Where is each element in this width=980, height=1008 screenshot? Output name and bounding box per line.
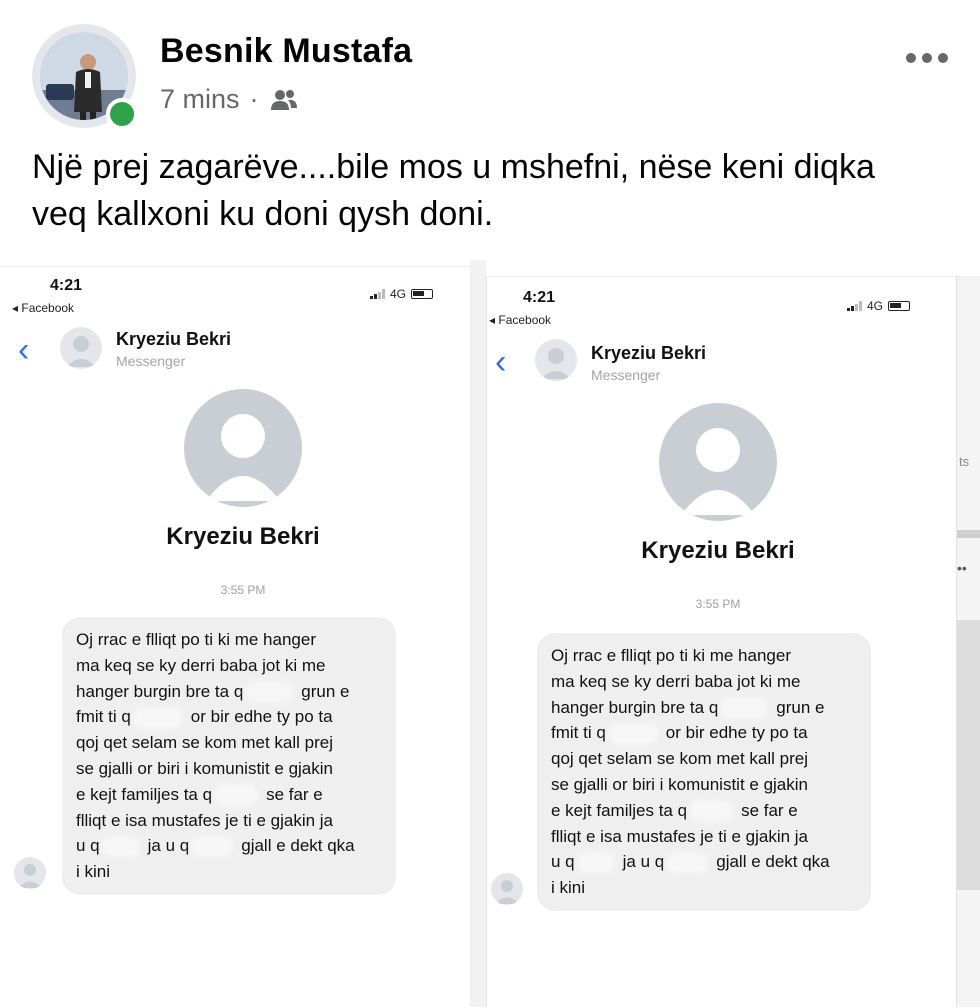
message-line: fmit ti q or bir edhe ty po ta (76, 707, 333, 727)
contact-name: Kryeziu Bekri (591, 343, 707, 363)
online-status-dot (106, 98, 138, 130)
edge-text-fragment: •• (957, 560, 967, 576)
image-divider (470, 260, 486, 1007)
message-line: e kejt familjes ta q se far e (551, 800, 798, 820)
message-line: se gjalli or biri i komunistit e gjakin (76, 758, 333, 778)
third-screenshot-edge: ts •• (956, 276, 980, 1007)
redaction-blur (580, 855, 611, 870)
phone-clock: 4:21 (523, 289, 556, 306)
author-name[interactable]: Besnik Mustafa (160, 32, 412, 71)
sender-avatar-icon (491, 873, 523, 905)
message-line: se gjalli or biri i komunistit e gjakin (551, 774, 808, 794)
message-line: fmit ti q or bir edhe ty po ta (551, 723, 808, 743)
edge-divider (957, 530, 980, 538)
redaction-blur (249, 685, 290, 700)
post-header: Besnik Mustafa 7 mins · (0, 0, 980, 140)
message-line: i kini (76, 862, 111, 882)
redaction-blur (724, 701, 765, 716)
battery-icon (888, 301, 911, 311)
message-timestamp: 3:55 PM (220, 583, 266, 597)
more-options-icon[interactable] (906, 46, 954, 70)
message-bubble: Oj rrac e flliqt po ti ki me hanger ma k… (62, 617, 396, 895)
redaction-blur (136, 710, 179, 725)
message-line: flliqt e isa mustafes je ti e gjakin ja (551, 826, 809, 846)
profile-name: Kryeziu Bekri (166, 523, 320, 550)
signal-icon (370, 289, 385, 299)
sender-avatar-icon (14, 857, 46, 889)
battery-icon (411, 289, 434, 299)
message-line: flliqt e isa mustafes je ti e gjakin ja (76, 810, 334, 830)
back-to-app-link: ◂ Facebook (489, 313, 552, 327)
phone-clock: 4:21 (50, 277, 83, 294)
friends-icon[interactable] (269, 88, 299, 112)
meta-separator: · (249, 84, 259, 114)
message-line: Oj rrac e flliqt po ti ki me hanger (76, 630, 316, 649)
back-to-app-link: ◂ Facebook (12, 301, 75, 315)
network-label: 4G (390, 287, 407, 301)
contact-name: Kryeziu Bekri (116, 329, 232, 349)
post-time[interactable]: 7 mins (160, 84, 240, 115)
message-line: i kini (551, 878, 586, 898)
profile-name: Kryeziu Bekri (641, 537, 795, 564)
message-line: ma keq se ky derri baba jot ki me (76, 655, 326, 675)
status-bar-icons: 4G (847, 299, 911, 313)
redaction-blur (670, 855, 705, 870)
message-line: u q ja u q gjall e dekt qka (76, 836, 355, 856)
message-line: Oj rrac e flliqt po ti ki me hanger (551, 646, 791, 665)
network-label: 4G (867, 299, 884, 313)
author-avatar[interactable] (32, 24, 138, 130)
post-meta: 7 mins · (160, 84, 299, 115)
contact-subtitle: Messenger (116, 353, 186, 369)
contact-avatar-icon (60, 327, 102, 369)
profile-avatar-icon (659, 403, 777, 521)
contact-subtitle: Messenger (591, 367, 661, 383)
message-line: hanger burgin bre ta q grun e (551, 697, 825, 717)
post-text: Një prej zagarëve....bile mos u mshefni,… (32, 148, 875, 233)
message-line: qoj qet selam se kom met kall prej (551, 749, 808, 769)
redaction-blur (693, 804, 730, 819)
edge-grey-block (957, 620, 980, 890)
status-bar-icons: 4G (370, 287, 434, 301)
redaction-blur (218, 788, 255, 803)
redaction-blur (611, 726, 654, 741)
message-line: qoj qet selam se kom met kall prej (76, 733, 333, 753)
message-bubble: Oj rrac e flliqt po ti ki me hanger ma k… (537, 633, 871, 911)
message-timestamp: 3:55 PM (695, 597, 741, 611)
screenshot-right[interactable]: 4:21 ◂ Facebook 4G ‹ Kryeziu Bekri Messe… (486, 276, 957, 1008)
profile-avatar-icon (184, 389, 302, 507)
screenshot-left[interactable]: 4:21 ◂ Facebook 4G ‹ Kryeziu Bekri Messe… (0, 266, 470, 1008)
message-line: ma keq se ky derri baba jot ki me (551, 671, 801, 691)
back-chevron-icon: ‹ (18, 331, 30, 369)
edge-text-fragment: ts (959, 454, 970, 469)
message-line: e kejt familjes ta q se far e (76, 784, 323, 804)
redaction-blur (105, 839, 136, 854)
signal-icon (847, 301, 862, 311)
contact-avatar-icon (535, 339, 577, 381)
message-line: hanger burgin bre ta q grun e (76, 681, 350, 701)
back-chevron-icon: ‹ (495, 343, 507, 381)
redaction-blur (195, 839, 230, 854)
message-line: u q ja u q gjall e dekt qka (551, 852, 830, 872)
